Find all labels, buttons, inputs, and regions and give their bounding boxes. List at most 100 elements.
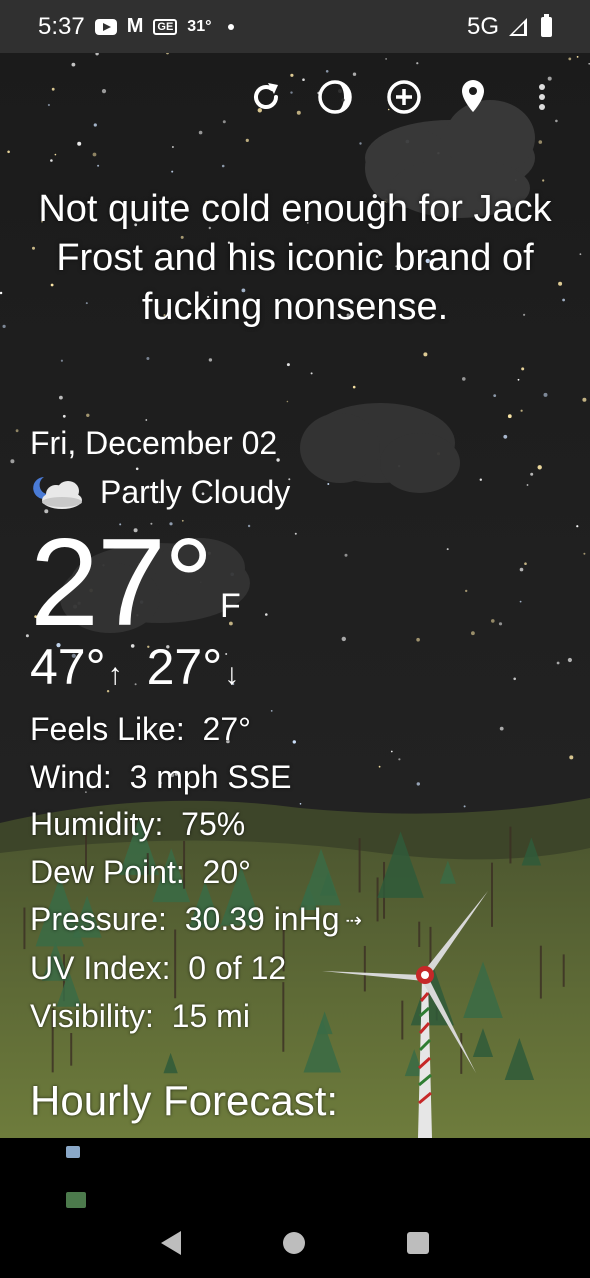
weather-main[interactable]: Not quite cold enough for Jack Frost and… bbox=[0, 53, 590, 1138]
star bbox=[463, 805, 466, 808]
high-arrow-icon: ↑ bbox=[107, 658, 123, 691]
location-pin-icon bbox=[461, 80, 484, 112]
detail-feels-like: Feels Like: 27° bbox=[30, 706, 362, 754]
recents-button[interactable] bbox=[407, 1232, 429, 1254]
star bbox=[171, 146, 174, 148]
star bbox=[286, 400, 289, 403]
star bbox=[507, 414, 512, 419]
refresh-icon bbox=[253, 83, 278, 109]
star bbox=[416, 782, 420, 786]
status-right: 5G bbox=[467, 13, 552, 41]
star bbox=[579, 253, 582, 256]
star bbox=[15, 429, 19, 433]
star bbox=[526, 484, 529, 486]
forecast-date: Fri, December 02 bbox=[30, 425, 278, 461]
battery-icon bbox=[541, 13, 552, 37]
refresh-button[interactable] bbox=[231, 75, 300, 119]
network-type: 5G bbox=[466, 12, 499, 40]
detail-value: 15 mi bbox=[171, 997, 250, 1034]
star bbox=[491, 619, 495, 623]
weather-details: Feels Like: 27° Wind: 3 mph SSE Humidity… bbox=[30, 706, 362, 1040]
star bbox=[519, 567, 524, 572]
star bbox=[423, 352, 428, 357]
detail-label: Dew Point: bbox=[30, 853, 185, 890]
star bbox=[498, 622, 503, 626]
star bbox=[567, 657, 573, 663]
detail-wind: Wind: 3 mph SSE bbox=[30, 754, 362, 802]
star bbox=[576, 525, 579, 528]
detail-label: Wind: bbox=[30, 758, 112, 795]
notification-dot bbox=[227, 23, 234, 30]
detail-label: UV Index: bbox=[30, 950, 171, 987]
add-location-button[interactable] bbox=[369, 75, 438, 119]
star bbox=[462, 377, 466, 381]
star bbox=[51, 87, 55, 91]
star bbox=[524, 562, 527, 565]
star bbox=[135, 467, 139, 471]
gmail-icon: M bbox=[126, 15, 144, 37]
star bbox=[521, 367, 525, 371]
star bbox=[60, 359, 64, 362]
detail-uv-index: UV Index: 0 of 12 bbox=[30, 945, 362, 993]
detail-humidity: Humidity: 75% bbox=[30, 801, 362, 849]
detail-value: 75% bbox=[181, 806, 246, 842]
star bbox=[503, 434, 508, 439]
weather-headline: Not quite cold enough for Jack Frost and… bbox=[38, 188, 552, 328]
detail-value: 30.39 inHg bbox=[184, 901, 340, 937]
status-left: 5:37 M GE 31° bbox=[38, 13, 234, 41]
star bbox=[327, 483, 330, 485]
temperature-unit: F bbox=[220, 587, 241, 625]
star bbox=[543, 392, 548, 397]
star bbox=[245, 138, 249, 142]
star bbox=[171, 170, 174, 173]
media-thumbnail-icon bbox=[66, 1192, 86, 1208]
star bbox=[47, 103, 51, 107]
pressure-trend-icon: ⇢ bbox=[345, 909, 363, 932]
detail-label: Humidity: bbox=[30, 806, 164, 842]
star bbox=[416, 62, 419, 65]
add-location-icon bbox=[386, 80, 421, 114]
condition-text: Partly Cloudy bbox=[100, 473, 291, 510]
location-button[interactable] bbox=[438, 75, 507, 119]
toolbar bbox=[231, 75, 576, 119]
star bbox=[359, 142, 362, 145]
star bbox=[325, 70, 329, 73]
moon-phase-icon bbox=[317, 80, 352, 114]
star bbox=[198, 130, 203, 135]
star bbox=[54, 153, 57, 156]
detail-value: 27° bbox=[202, 711, 251, 747]
star bbox=[10, 459, 15, 464]
star bbox=[519, 600, 522, 603]
star bbox=[146, 357, 150, 360]
condition-row: Partly Cloudy bbox=[30, 473, 290, 511]
star bbox=[145, 419, 148, 421]
star bbox=[71, 62, 76, 67]
star bbox=[86, 413, 90, 417]
star bbox=[92, 152, 97, 157]
star bbox=[493, 394, 497, 397]
detail-pressure: Pressure: 30.39 inHg ⇢ bbox=[30, 896, 362, 945]
high-temp: 47° bbox=[30, 639, 106, 695]
home-button[interactable] bbox=[283, 1232, 305, 1254]
star bbox=[0, 291, 3, 295]
low-arrow-icon: ↓ bbox=[224, 658, 240, 691]
cloud-middle bbox=[300, 403, 460, 493]
moon-phase-button[interactable] bbox=[300, 75, 369, 119]
star bbox=[208, 358, 213, 362]
more-options-button[interactable] bbox=[507, 75, 576, 119]
star bbox=[7, 150, 10, 154]
low-temp: 27° bbox=[146, 639, 223, 695]
navigation-bar bbox=[0, 1208, 590, 1278]
star bbox=[556, 661, 560, 665]
star bbox=[537, 465, 542, 470]
star bbox=[583, 552, 586, 555]
partly-cloudy-night-icon bbox=[33, 477, 82, 509]
detail-label: Pressure: bbox=[30, 901, 167, 937]
high-low-row: 47° ↑ 27° ↓ bbox=[30, 637, 247, 705]
star bbox=[385, 58, 387, 60]
star bbox=[378, 765, 381, 768]
back-button[interactable] bbox=[161, 1231, 181, 1255]
current-temperature: 27° bbox=[30, 514, 214, 652]
star bbox=[62, 414, 66, 418]
star bbox=[398, 758, 401, 761]
